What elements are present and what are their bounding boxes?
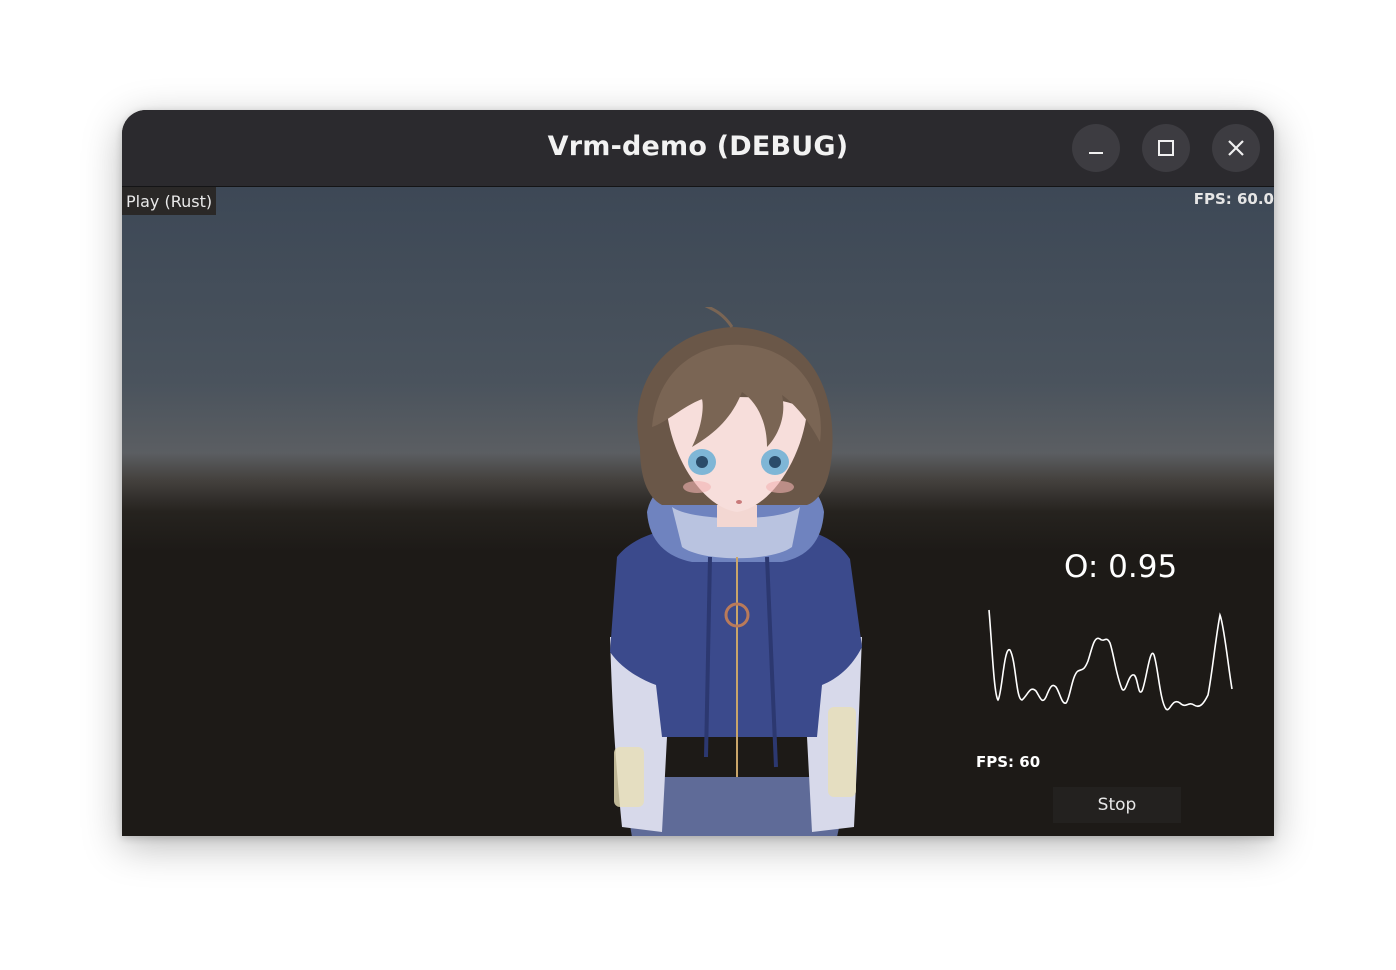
render-viewport[interactable]: Play (Rust) FPS: 60.0 O: 0.95 FPS: 60 St… (122, 187, 1274, 836)
waveform-line (988, 609, 1233, 711)
fps-counter-top: FPS: 60.0 (1193, 190, 1274, 208)
vrm-avatar-model (610, 307, 862, 836)
play-mode-label: Play (Rust) (122, 187, 217, 215)
avatar-pupil-left (696, 456, 708, 468)
avatar-sleeve-patch-left (614, 747, 644, 807)
avatar-blush-right (766, 481, 794, 493)
title-bar[interactable]: Vrm-demo (DEBUG) (122, 110, 1274, 187)
stop-button[interactable]: Stop (1053, 787, 1181, 823)
maximize-button[interactable] (1142, 124, 1190, 172)
maximize-icon (1158, 140, 1174, 156)
vowel-readout: O: 0.95 (1064, 549, 1178, 585)
avatar-blush-left (683, 481, 711, 493)
avatar-ahoge (704, 307, 734, 328)
avatar-sleeve-patch-right (828, 707, 856, 797)
avatar-mouth (736, 500, 742, 504)
minimize-icon (1089, 152, 1103, 154)
audio-waveform-graph (988, 609, 1233, 711)
avatar-pupil-right (769, 456, 781, 468)
close-button[interactable] (1212, 124, 1260, 172)
app-window: Vrm-demo (DEBUG) Play (Rust) FPS: 60.0 O… (122, 110, 1274, 836)
close-icon (1228, 140, 1244, 156)
minimize-button[interactable] (1072, 124, 1120, 172)
fps-counter-bottom: FPS: 60 (976, 753, 1041, 771)
